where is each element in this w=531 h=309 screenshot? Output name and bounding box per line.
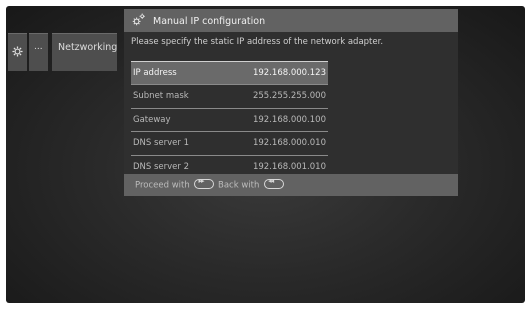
tv-screen: ... Netzworking Manual IP configuration …: [6, 6, 525, 303]
dialog-instruction: Please specify the static IP address of …: [131, 37, 384, 47]
field-value: 192.168.001.010: [252, 161, 326, 172]
field-label: Subnet mask: [133, 91, 189, 102]
more-tab[interactable]: ...: [29, 33, 48, 71]
settings-gears-icon: [132, 13, 145, 26]
back-hint[interactable]: Back with ◂◂: [218, 177, 285, 191]
field-label: IP address: [133, 68, 177, 78]
tab-networking[interactable]: Netzworking: [52, 33, 117, 71]
more-tab-label: ...: [34, 42, 43, 52]
settings-tab[interactable]: [8, 33, 27, 71]
proceed-hint[interactable]: Proceed with ▸▸: [135, 177, 215, 191]
gateway-field[interactable]: Gateway 192.168.000.100: [131, 107, 328, 131]
field-value: 255.255.255.000: [252, 91, 326, 102]
ip-address-field[interactable]: IP address 192.168.000.123: [131, 61, 328, 85]
field-value: 192.168.000.010: [252, 138, 326, 149]
field-label: DNS server 2: [133, 161, 190, 172]
networking-tab-label: Netzworking: [58, 42, 118, 53]
dns-server-1-field[interactable]: DNS server 1 192.168.000.010: [131, 131, 328, 154]
dialog-body: Please specify the static IP address of …: [124, 32, 458, 174]
gear-icon: [12, 46, 23, 57]
manual-ip-dialog: Manual IP configuration Please specify t…: [124, 9, 458, 196]
dialog-title-bar: Manual IP configuration: [124, 9, 458, 32]
back-label: Back with: [218, 180, 260, 191]
ip-field-list: IP address 192.168.000.123 Subnet mask 2…: [131, 61, 328, 178]
subnet-mask-field[interactable]: Subnet mask 255.255.255.000: [131, 84, 328, 107]
field-label: DNS server 1: [133, 138, 190, 149]
rewind-key-icon: ◂◂: [264, 177, 285, 189]
forward-key-icon: ▸▸: [194, 177, 215, 189]
field-value: 192.168.000.123: [252, 68, 326, 78]
field-value: 192.168.000.100: [252, 114, 326, 125]
field-label: Gateway: [133, 114, 171, 125]
dialog-title: Manual IP configuration: [153, 16, 266, 27]
proceed-label: Proceed with: [135, 180, 190, 191]
dialog-footer: Proceed with ▸▸ Back with ◂◂: [124, 174, 458, 196]
